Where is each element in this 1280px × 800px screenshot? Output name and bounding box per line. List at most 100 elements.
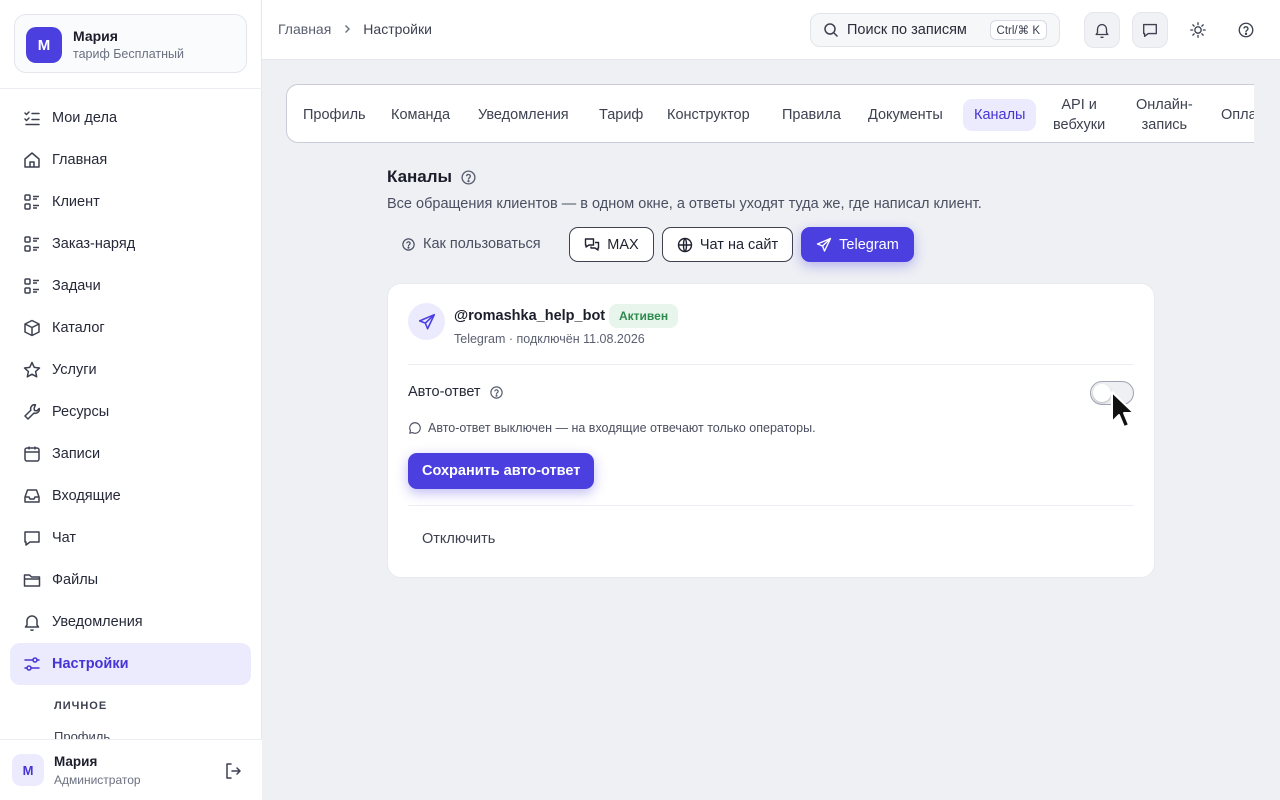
status-badge: Активен <box>609 304 679 328</box>
sidebar-item-label: Главная <box>52 152 108 168</box>
telegram-bot-card: @romashka_help_bot Активен Telegram · по… <box>387 283 1155 578</box>
org-avatar: М <box>26 27 62 63</box>
home-icon <box>24 152 40 168</box>
tab-plan[interactable]: Тариф <box>599 85 643 142</box>
sliders-icon <box>24 657 40 671</box>
sidebar-nav: Мои дела Главная Клиент Заказ-наряд Зада… <box>10 97 251 685</box>
sidebar-item-label: Файлы <box>52 572 99 588</box>
sidebar-item-label: Записи <box>52 446 101 462</box>
page-title: Каналы <box>387 167 477 187</box>
tab-online-booking[interactable]: Онлайн- запись <box>1136 85 1193 142</box>
search-icon <box>824 23 839 38</box>
folder-icon <box>23 574 41 587</box>
search-input[interactable]: Поиск по записям Ctrl/⌘ K <box>810 13 1060 47</box>
tab-api-webhooks[interactable]: API и вебхуки <box>1053 85 1105 142</box>
notifications-button[interactable] <box>1084 12 1120 48</box>
sidebar-item-client[interactable]: Клиент <box>10 181 251 223</box>
box-icon <box>24 319 40 337</box>
sidebar-item-label: Каталог <box>52 320 105 336</box>
star-icon <box>23 361 41 378</box>
send-icon <box>418 313 435 330</box>
sidebar-item-tasks[interactable]: Задачи <box>10 265 251 307</box>
sidebar-item-label: Мои дела <box>52 110 118 126</box>
checklist-icon <box>24 111 40 126</box>
calendar-icon <box>24 446 40 462</box>
sidebar-item-services[interactable]: Услуги <box>10 349 251 391</box>
sidebar-item-label: Уведомления <box>52 614 143 630</box>
theme-toggle-button[interactable] <box>1180 12 1216 48</box>
breadcrumb-home[interactable]: Главная <box>278 21 331 37</box>
tab-builder[interactable]: Конструктор <box>667 85 750 142</box>
sidebar-item-label: Заказ-наряд <box>52 236 136 252</box>
tab-team[interactable]: Команда <box>391 85 450 142</box>
help-icon[interactable] <box>489 385 504 400</box>
how-to-use-label: Как пользоваться <box>423 236 541 252</box>
sidebar-item-label: Задачи <box>52 278 101 294</box>
auto-reply-note: Авто-ответ выключен — на входящие отвеча… <box>408 421 816 435</box>
help-icon <box>1238 22 1254 38</box>
sidebar-item-catalog[interactable]: Каталог <box>10 307 251 349</box>
sidebar-item-label: Чат <box>52 530 77 546</box>
how-to-use-link[interactable]: Как пользоваться <box>401 236 541 252</box>
bell-icon <box>1095 23 1109 39</box>
help-icon[interactable] <box>460 169 477 186</box>
sidebar-item-files[interactable]: Файлы <box>10 559 251 601</box>
tab-channels[interactable]: Каналы <box>963 99 1037 131</box>
org-switcher[interactable]: М Мария тариф Бесплатный <box>14 14 247 73</box>
bot-meta: Telegram · подключён 11.08.2026 <box>454 332 645 346</box>
tab-documents[interactable]: Документы <box>868 85 943 142</box>
channel-label: Чат на сайт <box>699 236 779 253</box>
search-shortcut: Ctrl/⌘ K <box>989 20 1047 40</box>
sidebar-item-appointments[interactable]: Записи <box>10 433 251 475</box>
globe-icon <box>677 237 693 252</box>
tab-rules[interactable]: Правила <box>782 85 841 142</box>
bell-icon <box>24 615 40 632</box>
sidebar-item-my-tasks[interactable]: Мои дела <box>10 97 251 139</box>
sidebar-item-label: Настройки <box>52 656 129 672</box>
search-placeholder: Поиск по записям <box>847 22 967 38</box>
sidebar-item-chat[interactable]: Чат <box>10 517 251 559</box>
page-subtitle: Все обращения клиентов — в одном окне, а… <box>387 196 982 212</box>
sidebar: М Мария тариф Бесплатный Мои дела Главна… <box>0 0 262 800</box>
bot-name: @romashka_help_bot <box>454 308 606 324</box>
tab-profile[interactable]: Профиль <box>303 85 366 142</box>
chat-icon <box>24 531 40 546</box>
page-title-text: Каналы <box>387 167 453 186</box>
channel-telegram-button[interactable]: Telegram <box>801 227 914 262</box>
messages-button[interactable] <box>1132 12 1168 48</box>
tab-notifications[interactable]: Уведомления <box>478 85 569 142</box>
inbox-icon <box>24 489 40 503</box>
list-icon <box>24 278 39 294</box>
sidebar-item-home[interactable]: Главная <box>10 139 251 181</box>
sidebar-item-label: Входящие <box>52 488 121 504</box>
list-icon <box>24 194 39 210</box>
channel-website-chat-button[interactable]: Чат на сайт <box>662 227 793 262</box>
settings-tabs: Профиль Команда Уведомления Тариф Констр… <box>286 84 1254 143</box>
avatar: М <box>12 754 44 786</box>
chevron-right-icon <box>345 25 351 33</box>
auto-reply-note-text: Авто-ответ выключен — на входящие отвеча… <box>428 421 816 435</box>
bot-avatar <box>408 303 445 340</box>
sidebar-item-work-order[interactable]: Заказ-наряд <box>10 223 251 265</box>
user-panel: М Мария Администратор <box>0 739 262 800</box>
channel-max-button[interactable]: MAX <box>569 227 654 262</box>
help-button[interactable] <box>1228 12 1264 48</box>
tab-payment[interactable]: Опла <box>1221 85 1254 142</box>
help-icon <box>402 237 415 251</box>
sidebar-item-label: Ресурсы <box>52 404 110 420</box>
sidebar-divider <box>0 88 262 89</box>
user-name: Мария <box>54 754 98 769</box>
mouse-cursor-icon <box>1111 391 1135 428</box>
disconnect-button[interactable]: Отключить <box>422 531 495 547</box>
sidebar-item-resources[interactable]: Ресурсы <box>10 391 251 433</box>
divider <box>408 505 1134 506</box>
org-name: Мария <box>73 28 118 44</box>
user-role: Администратор <box>54 773 141 787</box>
sidebar-item-notifications[interactable]: Уведомления <box>10 601 251 643</box>
save-auto-reply-button[interactable]: Сохранить авто-ответ <box>408 453 595 489</box>
auto-reply-label-text: Авто-ответ <box>408 384 481 400</box>
logout-icon[interactable] <box>223 761 243 781</box>
sidebar-item-settings[interactable]: Настройки <box>10 643 251 685</box>
sidebar-item-inbox[interactable]: Входящие <box>10 475 251 517</box>
chat-icon <box>1143 23 1157 37</box>
